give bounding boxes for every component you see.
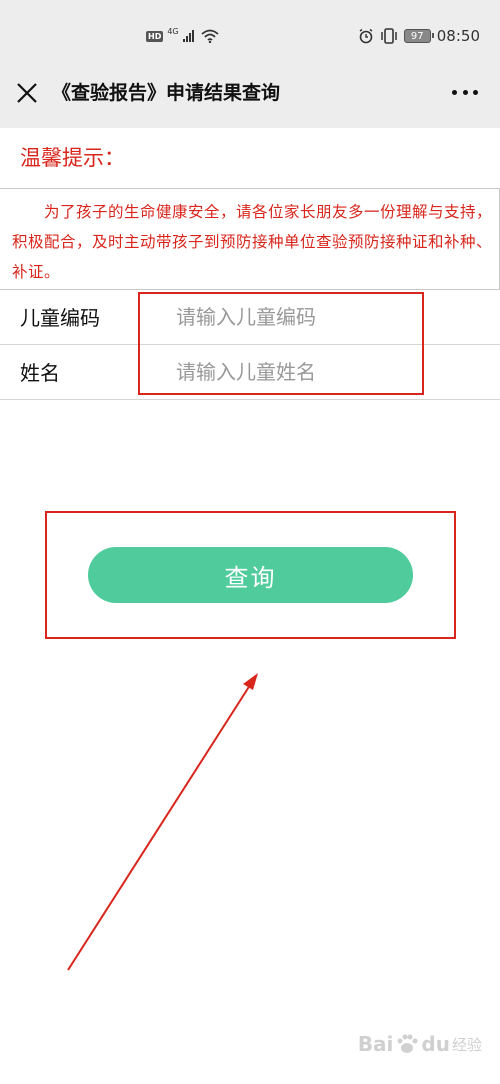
watermark-brand: Bai <box>357 1032 394 1056</box>
baidu-watermark: Bai du 经验 <box>358 1032 482 1056</box>
more-dot <box>452 89 457 95</box>
hd-badge: HD <box>146 30 164 42</box>
child-name-label: 姓名 <box>20 361 60 385</box>
paw-icon <box>397 1034 418 1053</box>
alarm-icon <box>359 28 373 44</box>
query-button[interactable]: 查询 <box>88 547 413 603</box>
battery-indicator: 97 <box>403 29 434 43</box>
nav-bar: 《查验报告》申请结果查询 <box>0 70 500 128</box>
more-dot <box>462 89 468 95</box>
wifi-icon <box>201 29 219 43</box>
status-time: 08:50 <box>436 27 480 45</box>
signal-icon <box>182 30 194 42</box>
page-title: 《查验报告》申请结果查询 <box>52 82 281 104</box>
status-bar: HD 4G 97 08:50 <box>0 0 500 70</box>
status-bar-left: HD 4G <box>146 26 219 46</box>
child-name-row: 姓名 <box>0 345 500 400</box>
close-icon[interactable] <box>14 80 40 106</box>
more-options-icon[interactable] <box>452 88 478 96</box>
child-code-row: 儿童编码 <box>0 290 500 345</box>
network-type: 4G <box>167 26 179 36</box>
watermark-sub: 经验 <box>451 1035 482 1054</box>
tip-box: 为了孩子的生命健康安全，请各位家长朋友多一份理解与支持，积极配合，及时主动带孩子… <box>0 188 500 290</box>
more-dot <box>473 89 478 95</box>
watermark-brand-2: du <box>421 1032 450 1056</box>
child-code-label: 儿童编码 <box>20 306 100 330</box>
vibrate-icon <box>381 28 397 44</box>
child-name-input[interactable] <box>176 355 416 389</box>
tip-text: 为了孩子的生命健康安全，请各位家长朋友多一份理解与支持，积极配合，及时主动带孩子… <box>12 203 493 281</box>
child-code-input[interactable] <box>176 300 416 334</box>
status-bar-right: 97 08:50 <box>358 26 480 46</box>
tip-title: 温馨提示： <box>20 146 125 170</box>
